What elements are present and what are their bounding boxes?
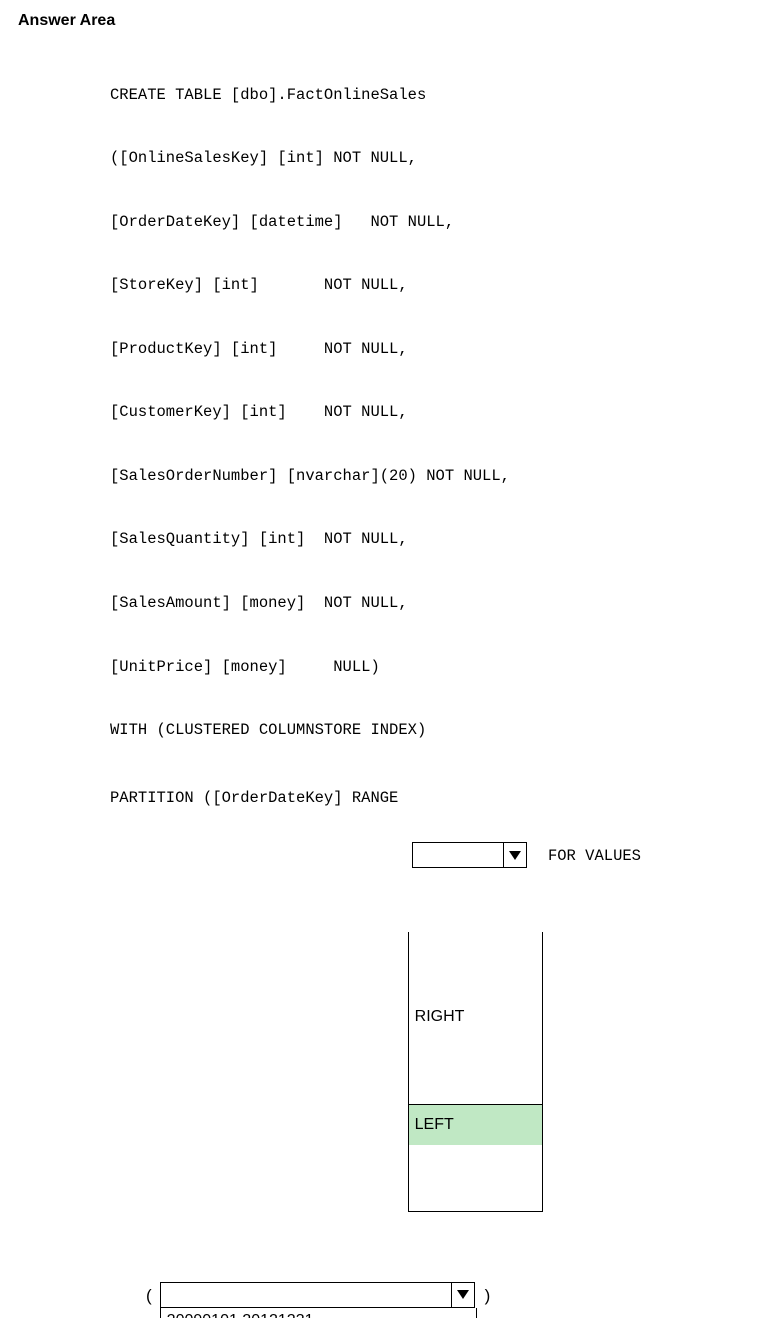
partition-clause-text: PARTITION ([OrderDateKey] RANGE (110, 779, 408, 815)
values-selected (161, 1283, 451, 1307)
code-line: [CustomerKey] [int] NOT NULL, (110, 397, 754, 429)
code-line: [SalesOrderNumber] [nvarchar](20) NOT NU… (110, 461, 754, 493)
code-line: [StoreKey] [int] NOT NULL, (110, 270, 754, 302)
code-line: [OrderDateKey] [datetime] NOT NULL, (110, 207, 754, 239)
option-right[interactable]: RIGHT (409, 997, 542, 1038)
code-line: [ProductKey] [int] NOT NULL, (110, 334, 754, 366)
code-line: WITH (CLUSTERED COLUMNSTORE INDEX) (110, 715, 754, 747)
sql-code-block: CREATE TABLE [dbo].FactOnlineSales ([Onl… (110, 48, 754, 1244)
range-direction-options: RIGHT LEFT (408, 932, 543, 1212)
dropdown-arrow-icon (451, 1283, 474, 1307)
code-line: [UnitPrice] [money] NULL) (110, 652, 754, 684)
code-line: CREATE TABLE [dbo].FactOnlineSales (110, 80, 754, 112)
range-direction-selected (413, 843, 503, 867)
code-line: [SalesAmount] [money] NOT NULL, (110, 588, 754, 620)
for-values-text: FOR VALUES (531, 837, 641, 873)
open-paren: ( (146, 1282, 160, 1306)
option-values-1[interactable]: 20090101,20121231 (161, 1308, 476, 1318)
values-dropdown[interactable] (160, 1282, 477, 1308)
values-options: 20090101,20121231 20100101,20110101,2012… (160, 1308, 477, 1318)
answer-area-title: Answer Area (18, 12, 754, 30)
code-line: [SalesQuantity] [int] NOT NULL, (110, 524, 754, 556)
option-left[interactable]: LEFT (409, 1104, 542, 1146)
code-line: ([OnlineSalesKey] [int] NOT NULL, (110, 143, 754, 175)
close-paren: ) (477, 1282, 491, 1306)
range-direction-dropdown[interactable] (412, 779, 527, 932)
dropdown-arrow-icon (503, 843, 526, 867)
